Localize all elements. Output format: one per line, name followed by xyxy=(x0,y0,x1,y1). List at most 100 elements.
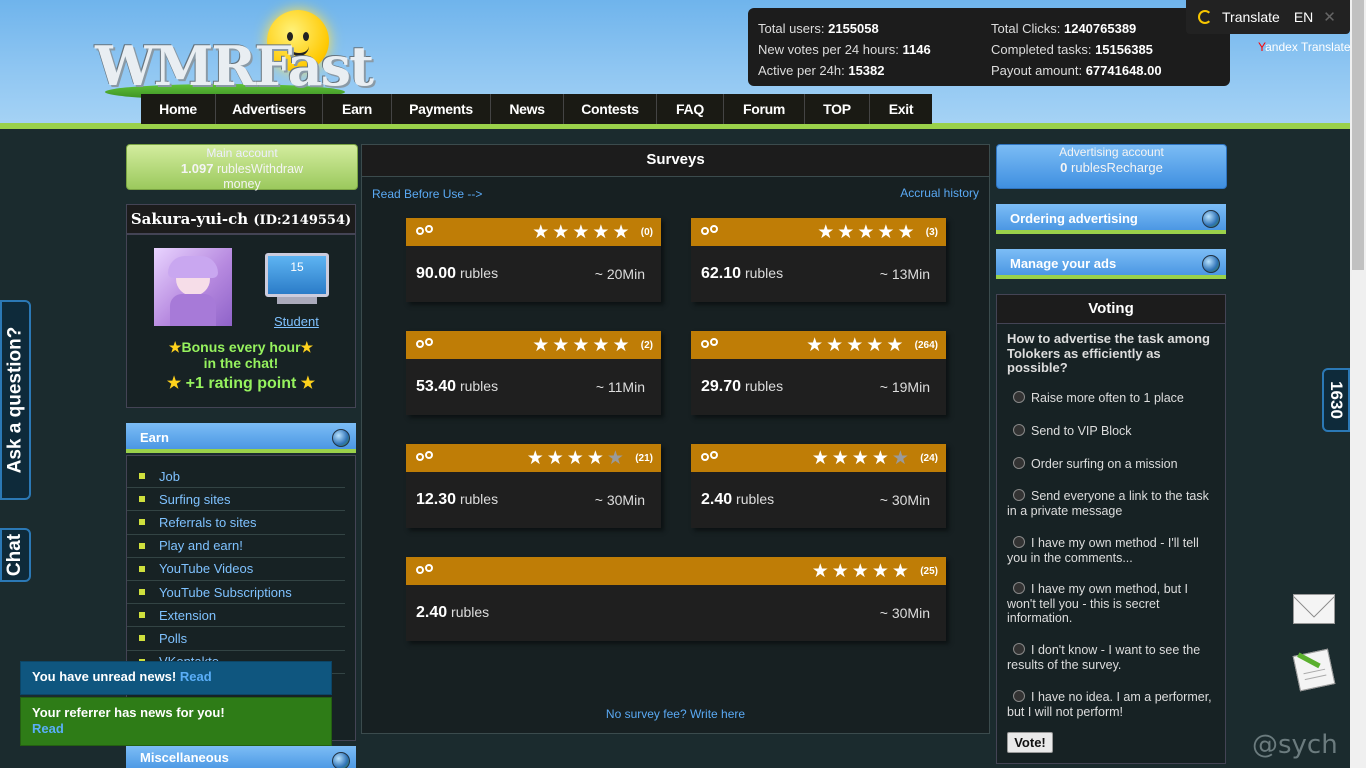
user-status-link[interactable]: Student xyxy=(274,314,319,329)
star-icon: ★ xyxy=(871,448,892,469)
survey-card[interactable]: ★★★★★ (0) 90.00 rubles ~ 20Min xyxy=(406,218,661,302)
active-label: Active per 24h: xyxy=(758,63,845,78)
username: Sakura-yui-ch xyxy=(130,210,249,228)
translate-widget[interactable]: Translate EN ✕ xyxy=(1186,0,1350,34)
chat-tab[interactable]: Chat xyxy=(0,528,31,582)
payout-value: 67741648.00 xyxy=(1085,63,1162,78)
bonus-line-1: Bonus every hour xyxy=(181,339,301,355)
total-users-label: Total users: xyxy=(758,21,825,36)
nav-exit[interactable]: Exit xyxy=(870,94,932,124)
survey-card[interactable]: ★★★★★ (24) 2.40 rubles ~ 30Min xyxy=(691,444,946,528)
vote-option[interactable]: Order surfing on a mission xyxy=(1007,457,1217,472)
nav-faq[interactable]: FAQ xyxy=(657,94,724,124)
nav-advertisers[interactable]: Advertisers xyxy=(216,94,323,124)
survey-card[interactable]: ★★★★★ (3) 62.10 rubles ~ 13Min xyxy=(691,218,946,302)
survey-price-value: 2.40 xyxy=(701,491,733,508)
read-before-use-link[interactable]: Read Before Use --> xyxy=(372,187,482,201)
read-news-link[interactable]: Read xyxy=(180,669,212,684)
unread-news-toast[interactable]: You have unread news! Read xyxy=(20,661,332,695)
vote-option[interactable]: I have my own method - I'll tell you in … xyxy=(1007,536,1217,565)
referrer-news-text: Your referrer has news for you! xyxy=(32,705,225,720)
nav-earn[interactable]: Earn xyxy=(323,94,392,124)
earn-item-youtube-videos[interactable]: YouTube Videos xyxy=(127,558,345,581)
earn-item-label: Referrals to sites xyxy=(159,514,257,530)
accrual-history-link[interactable]: Accrual history xyxy=(900,186,979,200)
survey-price: 12.30 rubles xyxy=(416,491,498,509)
ad-account-amount: 0 xyxy=(1060,160,1068,175)
scrollbar-thumb[interactable] xyxy=(1352,0,1364,270)
write-note-icon[interactable] xyxy=(1292,648,1336,692)
vote-option-label: Send to VIP Block xyxy=(1031,424,1132,438)
mail-icon[interactable] xyxy=(1293,594,1335,624)
read-referrer-link[interactable]: Read xyxy=(32,721,320,737)
earn-item-polls[interactable]: Polls xyxy=(127,627,345,651)
withdraw-label: Withdraw xyxy=(250,162,304,176)
survey-card[interactable]: ★★★★★ (264) 29.70 rubles ~ 19Min xyxy=(691,331,946,415)
survey-duration: ~ 30Min xyxy=(879,605,930,621)
vote-option[interactable]: I have no idea. I am a performer, but I … xyxy=(1007,690,1217,719)
nav-payments[interactable]: Payments xyxy=(392,94,491,124)
nav-home[interactable]: Home xyxy=(141,94,216,124)
radio-button[interactable] xyxy=(1013,643,1025,655)
vote-option[interactable]: I don't know - I want to see the results… xyxy=(1007,643,1217,672)
chat-bonus-promo[interactable]: ★Bonus every hour★ in the chat! ★ +1 rat… xyxy=(127,339,355,392)
withdraw-label-2: money xyxy=(223,177,261,191)
referrer-news-toast[interactable]: Your referrer has news for you! Read xyxy=(20,697,332,746)
advertising-account-button[interactable]: Advertising account 0 rublesRecharge xyxy=(996,144,1227,189)
radio-button[interactable] xyxy=(1013,457,1025,469)
earn-item-label: Polls xyxy=(159,630,188,646)
vote-button[interactable]: Vote! xyxy=(1007,732,1053,753)
radio-button[interactable] xyxy=(1013,489,1025,501)
star-icon: ★ xyxy=(857,222,878,243)
site-logo[interactable]: WMRFast xyxy=(95,4,374,100)
online-counter-tab[interactable]: 1630 xyxy=(1322,368,1350,432)
language-select[interactable]: EN xyxy=(1294,9,1313,25)
close-icon[interactable]: ✕ xyxy=(1323,8,1336,26)
earn-item-extension[interactable]: Extension xyxy=(127,604,345,628)
earn-item-job[interactable]: Job xyxy=(127,465,345,489)
earn-section-header[interactable]: Earn xyxy=(126,423,356,453)
ask-question-tab[interactable]: Ask a question? xyxy=(0,300,31,500)
username-bar: Sakura-yui-ch (ID:2149554) xyxy=(126,204,356,234)
misc-section-header[interactable]: Miscellaneous xyxy=(126,746,356,768)
earn-item-label: Surfing sites xyxy=(159,491,231,507)
vote-option[interactable]: Send to VIP Block xyxy=(1007,424,1217,439)
rating-count: (25) xyxy=(920,566,938,577)
survey-price: 2.40 rubles xyxy=(416,604,489,622)
star-icon: ★ xyxy=(552,335,573,356)
star-icon: ★ xyxy=(866,335,887,356)
main-nav: Home Advertisers Earn Payments News Cont… xyxy=(141,94,932,124)
survey-card[interactable]: ★★★★★ (25) 2.40 rubles ~ 30Min xyxy=(406,557,946,641)
globe-icon xyxy=(1202,210,1220,228)
nav-contests[interactable]: Contests xyxy=(564,94,657,124)
vote-option[interactable]: Send everyone a link to the task in a pr… xyxy=(1007,489,1217,518)
vote-option[interactable]: I have my own method, but I won't tell y… xyxy=(1007,582,1217,626)
rating-count: (24) xyxy=(920,453,938,464)
earn-item-youtube-subs[interactable]: YouTube Subscriptions xyxy=(127,581,345,605)
ordering-advertising-button[interactable]: Ordering advertising xyxy=(996,204,1226,234)
no-survey-fee-link[interactable]: No survey fee? Write here xyxy=(362,707,989,721)
radio-button[interactable] xyxy=(1013,690,1025,702)
vote-option[interactable]: Raise more often to 1 place xyxy=(1007,391,1217,406)
earn-item-referrals[interactable]: Referrals to sites xyxy=(127,511,345,535)
radio-button[interactable] xyxy=(1013,391,1025,403)
radio-button[interactable] xyxy=(1013,536,1025,548)
loading-spinner-icon xyxy=(1198,10,1212,24)
nav-forum[interactable]: Forum xyxy=(724,94,805,124)
star-icon: ★ xyxy=(891,448,912,469)
survey-card[interactable]: ★★★★★ (2) 53.40 rubles ~ 11Min xyxy=(406,331,661,415)
earn-item-surfing[interactable]: Surfing sites xyxy=(127,488,345,512)
radio-button[interactable] xyxy=(1013,582,1025,594)
nav-news[interactable]: News xyxy=(491,94,564,124)
main-account-button[interactable]: Main account 1.097 rublesWithdraw money xyxy=(126,144,358,191)
radio-button[interactable] xyxy=(1013,424,1025,436)
yandex-translate-link[interactable]: Yandex Translate xyxy=(1258,40,1351,54)
nav-top[interactable]: TOP xyxy=(805,94,870,124)
star-icon: ★ xyxy=(526,448,547,469)
manage-ads-button[interactable]: Manage your ads xyxy=(996,249,1226,279)
star-icon: ★ xyxy=(811,448,832,469)
user-avatar[interactable] xyxy=(154,248,232,326)
earn-item-play[interactable]: Play and earn! xyxy=(127,535,345,558)
users-icon xyxy=(416,564,438,578)
survey-card[interactable]: ★★★★★ (21) 12.30 rubles ~ 30Min xyxy=(406,444,661,528)
